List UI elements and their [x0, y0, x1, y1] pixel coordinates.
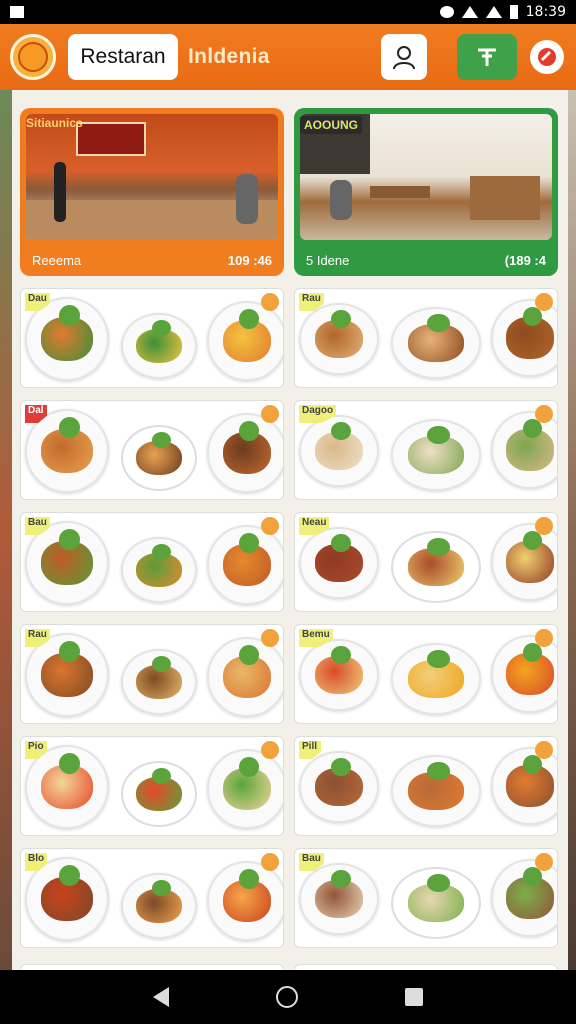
dish-card[interactable]: Neau [294, 512, 558, 612]
dish-image [391, 307, 481, 379]
featured-caption: 5 Idene (189 :4 [306, 253, 546, 268]
dish-image [299, 751, 379, 823]
recents-icon[interactable] [404, 988, 423, 1006]
dish-card[interactable]: Pill [294, 736, 558, 836]
dish-image [391, 755, 481, 827]
dish-image [207, 861, 283, 941]
featured-label: 5 Idene [306, 253, 350, 268]
dish-image [391, 867, 481, 939]
favorite-icon[interactable] [261, 293, 279, 311]
favorite-icon[interactable] [535, 405, 553, 423]
dish-image [121, 313, 197, 379]
featured-price: (189 :4 [504, 253, 546, 268]
app-title: Inldenia [188, 45, 270, 68]
system-nav-bar [0, 970, 576, 1024]
favorite-icon[interactable] [535, 741, 553, 759]
restaurant-sign: AOOUNG [300, 116, 362, 134]
dish-image [391, 419, 481, 491]
battery-icon [509, 5, 518, 19]
notification-icon [10, 6, 24, 18]
emblem-icon[interactable] [10, 34, 56, 80]
dish-card[interactable]: Bemu [294, 624, 558, 724]
favorite-icon[interactable] [535, 293, 553, 311]
status-time: 18:39 [525, 4, 566, 20]
pin-button[interactable] [457, 34, 517, 80]
app-bar: Restaran Inldenia [0, 24, 576, 90]
dish-card[interactable]: Dau [20, 288, 284, 388]
dish-image [121, 873, 197, 939]
dish-image [299, 639, 379, 711]
dish-image [207, 301, 283, 381]
dish-card[interactable]: Pio [20, 736, 284, 836]
dish-image [207, 413, 283, 493]
dish-image [207, 637, 283, 717]
dish-card[interactable]: Blo [20, 848, 284, 948]
status-bar-right: 18:39 [439, 4, 566, 20]
favorite-icon[interactable] [261, 629, 279, 647]
background-right [568, 90, 576, 970]
dish-image [299, 415, 379, 487]
favorite-icon[interactable] [535, 629, 553, 647]
back-icon[interactable] [153, 987, 170, 1007]
dish-image [491, 747, 557, 825]
featured-price: 109 :46 [227, 253, 272, 268]
dish-image [299, 527, 379, 599]
dish-image [299, 863, 379, 935]
user-icon [393, 46, 415, 70]
dish-image [207, 525, 283, 605]
tag-button[interactable] [530, 40, 564, 74]
featured-restaurants: Sitiaunics Reeema 109 :46 AOOUNG 5 Idene… [20, 108, 558, 276]
dish-card[interactable]: Rau [20, 624, 284, 724]
featured-card-1[interactable]: Sitiaunics Reeema 109 :46 [20, 108, 284, 276]
user-button[interactable] [381, 34, 427, 80]
featured-caption: Reeema 109 :46 [32, 253, 272, 268]
dish-image [491, 411, 557, 489]
dish-image [491, 859, 557, 937]
dish-card[interactable]: Dal [20, 400, 284, 500]
alarm-icon [439, 6, 454, 18]
favorite-icon[interactable] [261, 517, 279, 535]
dish-image [491, 299, 557, 377]
featured-label: Reeema [32, 253, 82, 268]
tag-icon [538, 48, 556, 66]
dish-image [207, 749, 283, 829]
favorite-icon[interactable] [261, 853, 279, 871]
dish-card[interactable]: Dagoo [294, 400, 558, 500]
dish-image [491, 523, 557, 601]
dish-image [121, 761, 197, 827]
home-icon[interactable] [275, 986, 298, 1008]
pin-icon [478, 48, 496, 66]
favorite-icon[interactable] [261, 741, 279, 759]
favorite-icon[interactable] [261, 405, 279, 423]
dish-card[interactable]: Rau [294, 288, 558, 388]
favorite-icon[interactable] [535, 517, 553, 535]
featured-card-2[interactable]: AOOUNG 5 Idene (189 :4 [294, 108, 558, 276]
restaurant-photo [26, 114, 278, 240]
wifi-icon [461, 6, 478, 18]
signal-icon [485, 6, 502, 18]
dish-image [121, 649, 197, 715]
background-left [0, 90, 12, 970]
dish-image [299, 303, 379, 375]
favorite-icon[interactable] [535, 853, 553, 871]
dish-image [391, 643, 481, 715]
dish-card[interactable]: Bau [20, 512, 284, 612]
dish-image [391, 531, 481, 603]
dish-grid: Dau Rau Dal Dagoo Bau Neau Rau Bemu Pio Pill Blo Ba… [20, 288, 558, 948]
status-bar: 18:39 [0, 0, 576, 24]
dish-card[interactable]: Bau [294, 848, 558, 948]
dish-image [491, 635, 557, 713]
search-button[interactable]: Restaran [68, 34, 178, 80]
dish-image [121, 425, 197, 491]
content-area[interactable]: Sitiaunics Reeema 109 :46 AOOUNG 5 Idene… [12, 90, 568, 970]
dish-image [121, 537, 197, 603]
restaurant-sign: Sitiaunics [26, 116, 83, 130]
